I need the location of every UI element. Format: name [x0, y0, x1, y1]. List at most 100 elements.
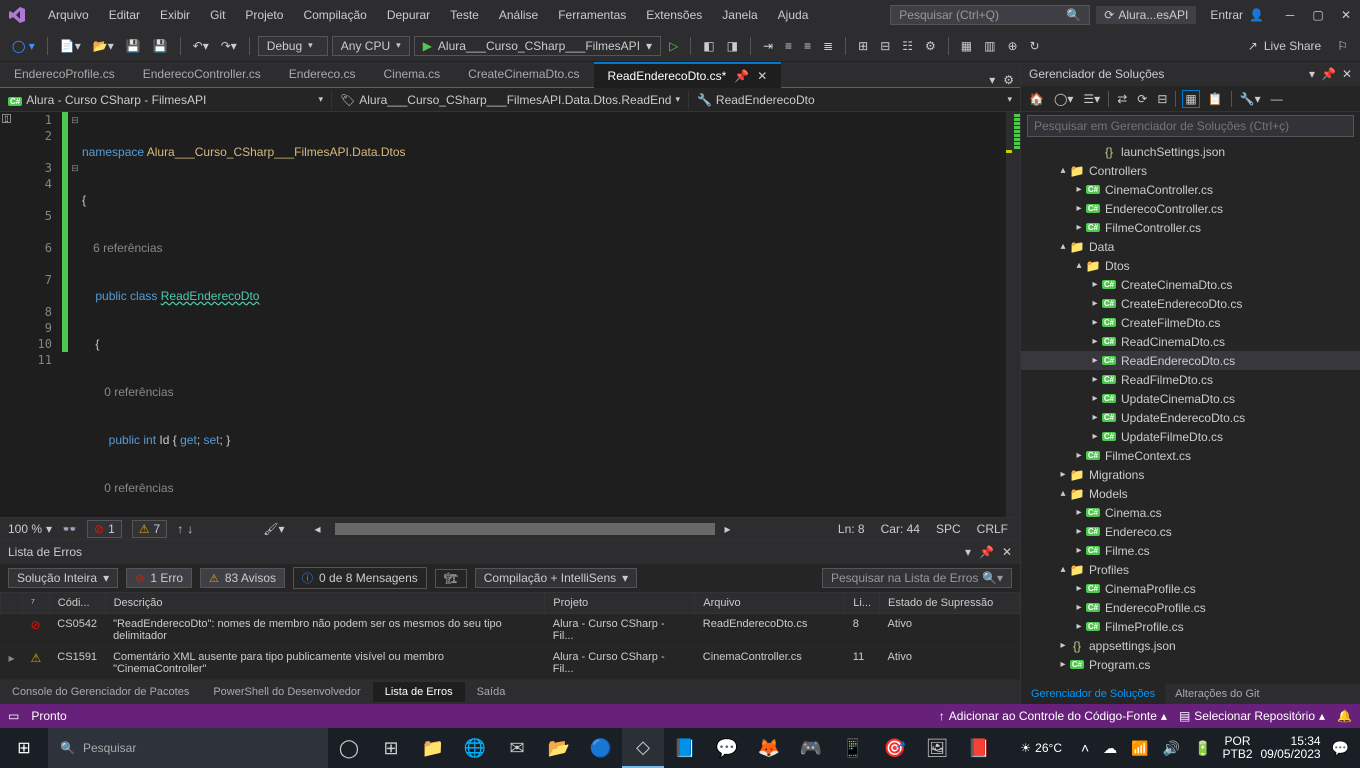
language-button[interactable]: PORPTB2: [1222, 735, 1252, 761]
tree-node[interactable]: ▸{}appsettings.json: [1021, 636, 1360, 655]
zoom-combo[interactable]: 100 %▾: [8, 522, 52, 536]
doc-tab[interactable]: Cinema.cs: [369, 61, 454, 87]
maximize-button[interactable]: ▢: [1312, 8, 1324, 22]
error-scope-combo[interactable]: Solução Inteira▾: [8, 568, 118, 588]
global-search-input[interactable]: Pesquisar (Ctrl+Q)🔍: [890, 5, 1090, 25]
bottom-tab[interactable]: Saída: [465, 682, 518, 702]
twisty-icon[interactable]: ▸: [1089, 431, 1101, 442]
word-icon[interactable]: 📘: [664, 728, 706, 768]
twisty-icon[interactable]: ▸: [1089, 336, 1101, 347]
menu-projeto[interactable]: Projeto: [235, 8, 293, 22]
output-icon[interactable]: ▭: [8, 709, 19, 723]
fold-margin[interactable]: ⊟⊟: [68, 112, 82, 517]
nav-member-combo[interactable]: 🔧ReadEnderecoDto▾: [689, 91, 1020, 109]
twisty-icon[interactable]: ▸: [1057, 640, 1069, 651]
bottom-tab[interactable]: Console do Gerenciador de Pacotes: [0, 682, 201, 702]
scroll-preview[interactable]: [1006, 112, 1020, 517]
hscroll-right-button[interactable]: ▸: [725, 522, 731, 536]
task-view-icon[interactable]: ⊞: [370, 728, 412, 768]
tree-node[interactable]: ▴📁Controllers: [1021, 161, 1360, 180]
expand-icon[interactable]: ▸: [9, 651, 15, 665]
twisty-icon[interactable]: ▸: [1073, 203, 1085, 214]
health-icon[interactable]: 🖌▾: [263, 522, 284, 536]
twisty-icon[interactable]: ▴: [1057, 241, 1069, 252]
tree-node[interactable]: ▸C#CinemaController.cs: [1021, 180, 1360, 199]
bottom-tab[interactable]: Lista de Erros: [373, 682, 465, 702]
tree-node[interactable]: ▸C#FilmeProfile.cs: [1021, 617, 1360, 636]
error-summary[interactable]: ⊘1: [87, 520, 122, 538]
tree-node[interactable]: ▸C#UpdateCinemaDto.cs: [1021, 389, 1360, 408]
tree-node[interactable]: ▸C#EnderecoController.cs: [1021, 199, 1360, 218]
se-filter-button[interactable]: —: [1269, 90, 1285, 108]
twisty-icon[interactable]: ▸: [1073, 526, 1085, 537]
wifi-icon[interactable]: 📶: [1128, 740, 1151, 757]
col-line[interactable]: Li...: [845, 593, 880, 614]
twisty-icon[interactable]: ▸: [1073, 602, 1085, 613]
error-row[interactable]: ⊘CS0542"ReadEnderecoDto": nomes de membr…: [1, 614, 1020, 647]
menu-janela[interactable]: Janela: [712, 8, 767, 22]
menu-compilação[interactable]: Compilação: [293, 8, 376, 22]
tb-icon-7[interactable]: ⊞: [854, 37, 872, 55]
twisty-icon[interactable]: ▸: [1089, 412, 1101, 423]
live-share-button[interactable]: ↗Live Share: [1240, 37, 1329, 55]
glasses-icon[interactable]: 👓: [62, 522, 77, 536]
solution-tree[interactable]: {}launchSettings.json▴📁Controllers▸C#Cin…: [1021, 140, 1360, 684]
horizontal-scrollbar[interactable]: [335, 523, 715, 535]
onedrive-icon[interactable]: ☁: [1100, 740, 1120, 757]
se-sync-button[interactable]: ⇄: [1115, 90, 1129, 108]
col-icon[interactable]: ⁷: [23, 593, 50, 614]
menu-exibir[interactable]: Exibir: [150, 8, 200, 22]
tree-node[interactable]: ▴📁Data: [1021, 237, 1360, 256]
nav-type-combo[interactable]: 🏷Alura___Curso_CSharp___FilmesAPI.Data.D…: [332, 91, 689, 109]
error-row[interactable]: ▸⚠CS1591Comentário XML ausente para tipo…: [1, 647, 1020, 680]
twisty-icon[interactable]: ▴: [1057, 488, 1069, 499]
platform-combo[interactable]: Any CPU▾: [332, 36, 410, 56]
close-icon[interactable]: ✕: [757, 69, 767, 83]
se-home-button[interactable]: 🏠: [1027, 90, 1046, 108]
folder-icon[interactable]: 📂: [538, 728, 580, 768]
app-icon-1[interactable]: 🎮: [790, 728, 832, 768]
tree-node[interactable]: ▸C#ReadFilmeDto.cs: [1021, 370, 1360, 389]
se-views-button[interactable]: ☰▾: [1081, 90, 1102, 108]
twisty-icon[interactable]: ▸: [1089, 279, 1101, 290]
battery-icon[interactable]: 🔋: [1191, 740, 1214, 757]
tb-icon-1[interactable]: ◧: [699, 37, 718, 55]
cortana-icon[interactable]: ◯: [328, 728, 370, 768]
twisty-icon[interactable]: ▸: [1089, 317, 1101, 328]
doc-tab[interactable]: EnderecoProfile.cs: [0, 61, 129, 87]
tb-icon-12[interactable]: ▥: [980, 37, 999, 55]
taskbar-search[interactable]: 🔍Pesquisar: [48, 728, 328, 768]
notifications-icon[interactable]: 💬: [1329, 740, 1352, 757]
tree-node[interactable]: ▸C#Endereco.cs: [1021, 522, 1360, 541]
tree-node[interactable]: ▸C#CreateFilmeDto.cs: [1021, 313, 1360, 332]
twisty-icon[interactable]: ▴: [1073, 260, 1085, 271]
menu-teste[interactable]: Teste: [440, 8, 489, 22]
messages-filter-button[interactable]: ⓘ0 de 8 Mensagens: [293, 567, 427, 589]
app-icon-2[interactable]: 📱: [832, 728, 874, 768]
start-button[interactable]: ⊞: [0, 728, 48, 768]
twisty-icon[interactable]: ▸: [1073, 621, 1085, 632]
tb-icon-6[interactable]: ≣: [819, 37, 837, 55]
twisty-icon[interactable]: ▸: [1057, 659, 1069, 670]
se-collapse-button[interactable]: ⊟: [1155, 90, 1169, 108]
se-back-button[interactable]: ◯▾: [1052, 90, 1075, 108]
se-properties-button[interactable]: 📋: [1206, 90, 1225, 108]
twisty-icon[interactable]: ▸: [1089, 374, 1101, 385]
edge-icon[interactable]: 🌐: [454, 728, 496, 768]
tree-node[interactable]: ▸C#CreateCinemaDto.cs: [1021, 275, 1360, 294]
tb-icon-11[interactable]: ▦: [957, 37, 976, 55]
error-table[interactable]: ⁷ Códi... Descrição Projeto Arquivo Li..…: [0, 592, 1020, 680]
se-dropdown-button[interactable]: ▾: [1309, 67, 1315, 81]
error-search-input[interactable]: Pesquisar na Lista de Erros🔍▾: [822, 568, 1012, 588]
menu-extensões[interactable]: Extensões: [636, 8, 712, 22]
se-show-all-button[interactable]: ▦: [1182, 90, 1199, 108]
col-code[interactable]: Códi...: [49, 593, 105, 614]
menu-análise[interactable]: Análise: [489, 8, 548, 22]
se-refresh-button[interactable]: ⟳: [1135, 90, 1149, 108]
skype-icon[interactable]: 💬: [706, 728, 748, 768]
twisty-icon[interactable]: ▸: [1057, 469, 1069, 480]
twisty-icon[interactable]: ▴: [1057, 165, 1069, 176]
tb-icon-5[interactable]: ≡: [800, 37, 815, 55]
warnings-filter-button[interactable]: ⚠83 Avisos: [200, 568, 285, 588]
col-state[interactable]: Estado de Supressão: [880, 593, 1020, 614]
